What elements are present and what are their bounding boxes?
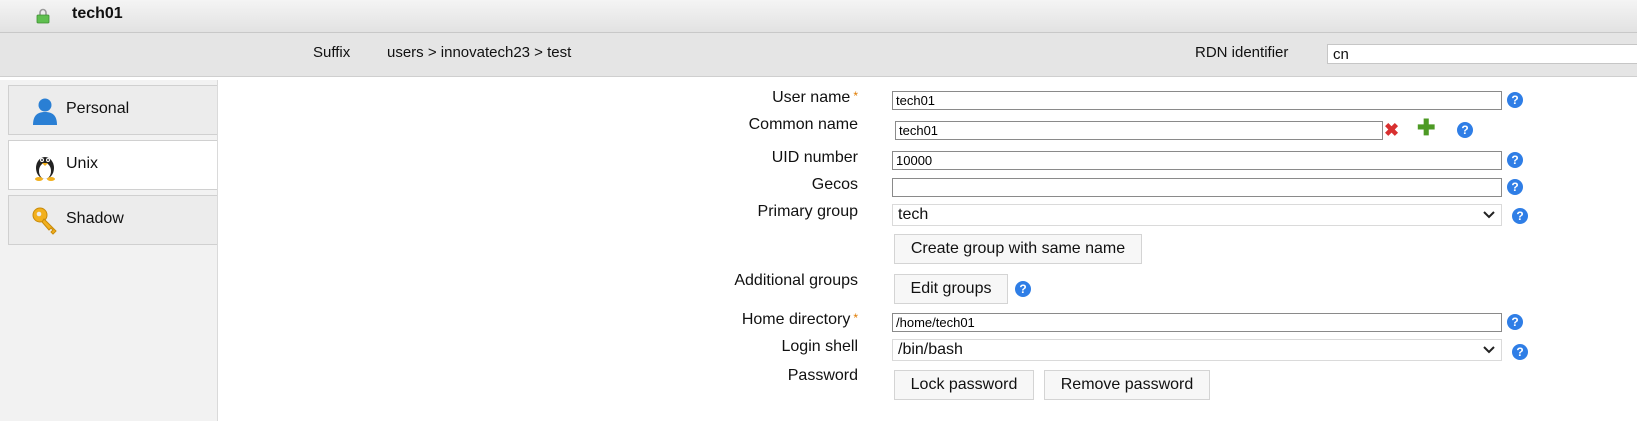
- tab-personal-label: Personal: [66, 100, 130, 117]
- add-icon[interactable]: ✚: [1417, 115, 1435, 141]
- help-icon[interactable]: ?: [1507, 92, 1523, 108]
- primary-group-select[interactable]: tech: [892, 204, 1502, 226]
- tab-shadow-label: Shadow: [66, 210, 124, 227]
- lock-icon: [36, 8, 50, 24]
- login-shell-select[interactable]: /bin/bash: [892, 339, 1502, 361]
- gecos-label: Gecos: [811, 176, 858, 193]
- remove-password-button[interactable]: Remove password: [1044, 370, 1210, 400]
- tab-shadow[interactable]: Shadow: [8, 195, 217, 245]
- login-shell-label: Login shell: [781, 338, 859, 355]
- help-icon[interactable]: ?: [1507, 179, 1523, 195]
- suffix-value[interactable]: users > innovatech23 > test: [387, 44, 571, 61]
- uid-number-label: UID number: [771, 149, 858, 166]
- help-icon[interactable]: ?: [1457, 122, 1473, 138]
- suffix-bar: Suffix users > innovatech23 > test RDN i…: [0, 33, 1637, 77]
- help-icon[interactable]: ?: [1512, 344, 1528, 360]
- suffix-label: Suffix: [313, 44, 351, 61]
- user-name-label: User name *: [772, 89, 858, 106]
- common-name-label: Common name: [748, 116, 858, 133]
- person-icon: [33, 98, 57, 125]
- user-name-input[interactable]: tech01: [892, 91, 1502, 110]
- help-icon[interactable]: ?: [1512, 208, 1528, 224]
- home-directory-label: Home directory *: [741, 311, 858, 328]
- required-mark: *: [853, 311, 858, 325]
- page-title: tech01: [72, 5, 123, 22]
- title-bar: tech01: [0, 0, 1637, 33]
- primary-group-label: Primary group: [757, 203, 858, 220]
- rdn-select[interactable]: cn: [1327, 44, 1637, 64]
- primary-group-value: tech: [898, 206, 929, 223]
- rdn-label: RDN identifier: [1195, 44, 1289, 61]
- tab-personal[interactable]: Personal: [8, 85, 217, 135]
- help-icon[interactable]: ?: [1507, 314, 1523, 330]
- edit-groups-button[interactable]: Edit groups: [894, 274, 1008, 304]
- chevron-down-icon: [1483, 211, 1495, 219]
- login-shell-value: /bin/bash: [898, 341, 963, 358]
- additional-groups-label: Additional groups: [734, 272, 858, 289]
- required-mark: *: [853, 89, 858, 103]
- gecos-input[interactable]: [892, 178, 1502, 197]
- uid-number-input[interactable]: 10000: [892, 151, 1502, 170]
- home-directory-input[interactable]: /home/tech01: [892, 313, 1502, 332]
- chevron-down-icon: [1483, 346, 1495, 354]
- help-icon[interactable]: ?: [1507, 152, 1523, 168]
- key-icon: [32, 207, 57, 235]
- delete-icon[interactable]: ✖: [1384, 120, 1399, 141]
- lock-password-button[interactable]: Lock password: [894, 370, 1034, 400]
- create-group-button[interactable]: Create group with same name: [894, 234, 1142, 264]
- common-name-input[interactable]: tech01: [895, 121, 1383, 140]
- password-label: Password: [787, 367, 858, 384]
- tab-unix-label: Unix: [66, 155, 99, 172]
- tab-unix[interactable]: Unix: [8, 140, 217, 190]
- help-icon[interactable]: ?: [1015, 281, 1031, 297]
- sidebar: Personal Unix Shadow: [0, 80, 218, 421]
- penguin-icon: [35, 157, 55, 181]
